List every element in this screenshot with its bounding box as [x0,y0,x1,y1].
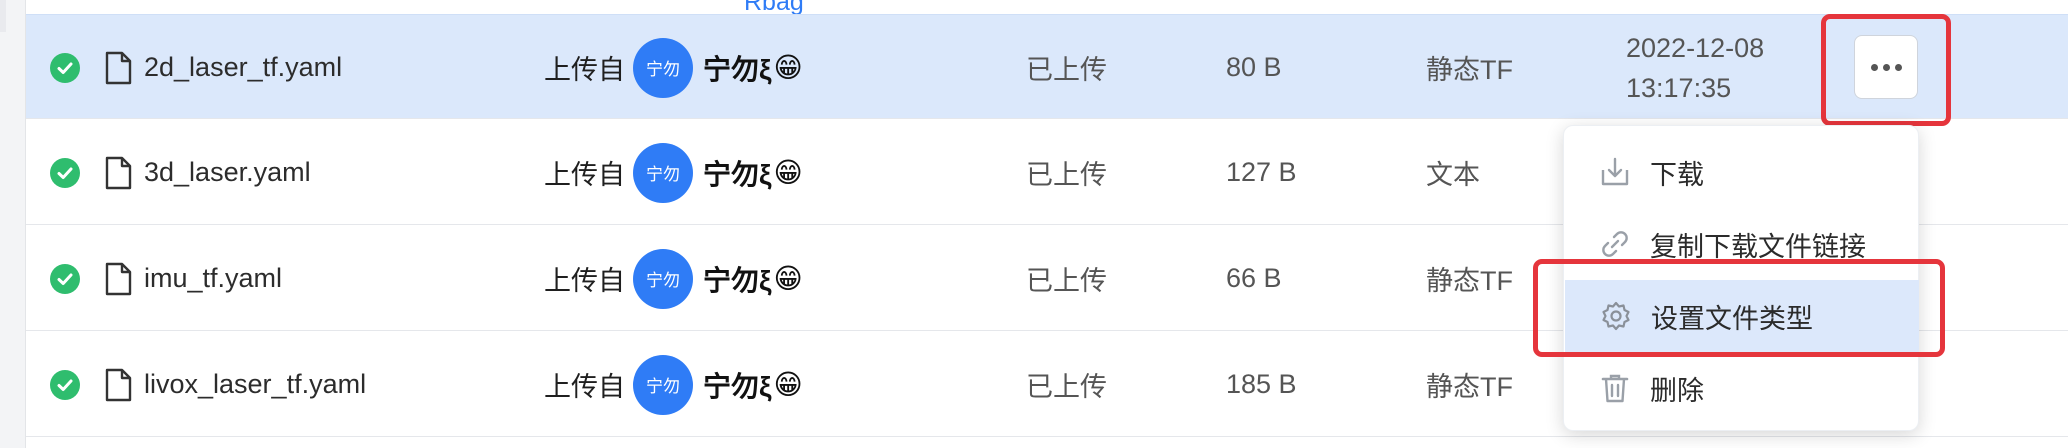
left-panel-notch [0,0,6,32]
trash-icon [1598,371,1632,405]
upload-status: 已上传 [1026,160,1107,190]
file-size: 127 B [1226,157,1297,187]
highlight-box-set-file-type [1533,259,1945,357]
date-line: 2022-12-08 [1626,32,1765,63]
file-name[interactable]: livox_laser_tf.yaml [144,332,366,437]
check-circle-icon [50,263,80,294]
file-name[interactable]: 3d_laser.yaml [144,120,311,225]
grin-emoji-icon: 😁 [773,263,803,294]
check-circle-icon [50,157,80,188]
menu-item-label: 复制下载文件链接 [1650,231,1866,262]
uploader-prefix: 上传自 [544,372,625,402]
left-panel-edge [0,0,26,448]
file-icon [104,226,132,331]
uploader-prefix: 上传自 [544,160,625,190]
avatar: 宁勿 [633,248,693,309]
grin-emoji-icon: 😁 [773,369,803,400]
file-size: 66 B [1226,263,1282,293]
file-name[interactable]: 2d_laser_tf.yaml [144,15,342,120]
status-cell [50,226,80,331]
menu-item-label: 下载 [1650,159,1704,190]
status-cell [50,332,80,437]
uploader-prefix: 上传自 [544,266,625,296]
highlight-box-more-button [1821,14,1951,126]
file-type: 静态TF [1426,266,1513,296]
file-type: 文本 [1426,160,1480,190]
file-icon [104,120,132,225]
uploader-name: 宁勿ξ 😁 [703,263,803,296]
time-line: 13:17:35 [1626,72,1732,103]
upload-status: 已上传 [1026,55,1107,85]
uploader-cell: 上传自 宁勿 宁勿ξ 😁 [544,120,803,225]
uploader-name: 宁勿ξ 😁 [703,52,803,85]
uploader-name: 宁勿ξ 😁 [703,369,803,402]
file-size: 80 B [1226,52,1282,82]
upload-status: 已上传 [1026,372,1107,402]
download-icon [1598,155,1632,189]
grin-emoji-icon: 😁 [773,157,803,188]
file-name[interactable]: imu_tf.yaml [144,226,282,331]
uploader-cell: 上传自 宁勿 宁勿ξ 😁 [544,15,803,120]
avatar: 宁勿 [633,354,693,415]
menu-item-download[interactable]: 下载 [1564,136,1920,208]
file-size: 185 B [1226,369,1297,399]
uploader-cell: 上传自 宁勿 宁勿ξ 😁 [544,226,803,331]
check-circle-icon [50,369,80,400]
uploader-name: 宁勿ξ 😁 [703,157,803,190]
file-type: 静态TF [1426,372,1513,402]
avatar: 宁勿 [633,37,693,98]
uploader-prefix: 上传自 [544,55,625,85]
table-row[interactable]: 2d_laser_tf.yaml 上传自 宁勿 宁勿ξ 😁 已上传 80 B 静态… [26,14,2068,119]
check-circle-icon [50,52,80,83]
status-cell [50,120,80,225]
file-icon [104,332,132,437]
status-cell [50,15,80,120]
avatar: 宁勿 [633,142,693,203]
upload-status: 已上传 [1026,266,1107,296]
file-icon [104,15,132,120]
link-icon [1598,227,1632,261]
menu-item-delete[interactable]: 删除 [1564,352,1920,424]
menu-item-label: 删除 [1650,375,1704,406]
file-type: 静态TF [1426,55,1513,85]
uploader-cell: 上传自 宁勿 宁勿ξ 😁 [544,332,803,437]
grin-emoji-icon: 😁 [773,52,803,83]
upload-date: 2022-12-08 13:17:35 [1626,15,1764,120]
